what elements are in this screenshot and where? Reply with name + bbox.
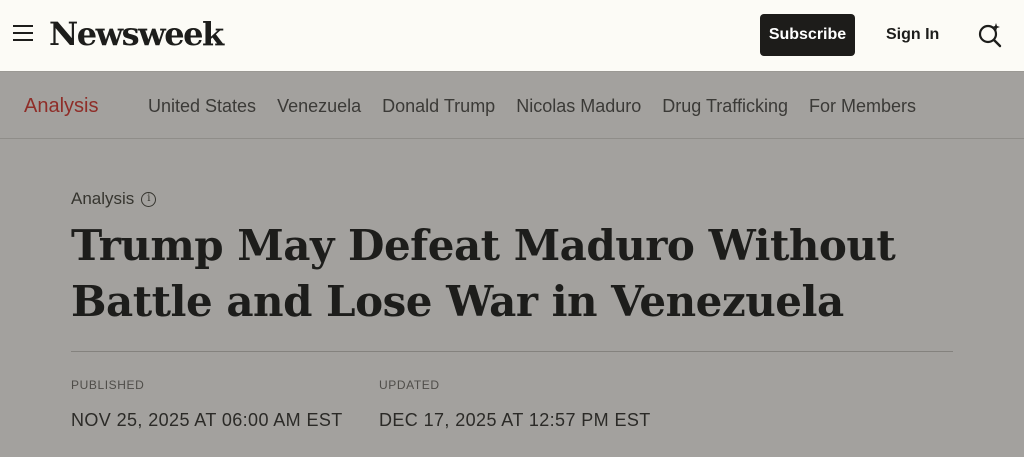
article-kicker: Analysis i <box>71 188 157 210</box>
nav-item-venezuela[interactable]: Venezuela <box>277 95 361 117</box>
search-icon[interactable] <box>977 22 1003 48</box>
published-date: NOV 25, 2025 AT 06:00 AM EST <box>71 410 343 430</box>
nav-item-for-members[interactable]: For Members <box>809 95 916 117</box>
nav-item-nicolas-maduro[interactable]: Nicolas Maduro <box>516 95 641 117</box>
topic-nav: Analysis United States Venezuela Donald … <box>0 73 1024 139</box>
subscribe-button[interactable]: Subscribe <box>760 14 855 56</box>
updated-date: DEC 17, 2025 AT 12:57 PM EST <box>379 410 651 430</box>
nav-item-donald-trump[interactable]: Donald Trump <box>382 95 495 117</box>
nav-items: United States Venezuela Donald Trump Nic… <box>148 95 937 117</box>
nav-item-analysis[interactable]: Analysis <box>24 93 98 119</box>
article-headline: Trump May Defeat Maduro Without Battle a… <box>71 221 896 326</box>
hamburger-menu-icon[interactable] <box>13 25 33 43</box>
nav-item-united-states[interactable]: United States <box>148 95 256 117</box>
updated-label: UPDATED <box>379 378 440 392</box>
published-label: PUBLISHED <box>71 378 145 392</box>
nav-item-drug-trafficking[interactable]: Drug Trafficking <box>662 95 788 117</box>
sign-in-link[interactable]: Sign In <box>886 24 939 46</box>
site-logo[interactable]: Newsweek <box>49 14 224 54</box>
divider <box>71 351 953 352</box>
kicker-label: Analysis <box>71 189 135 208</box>
info-icon[interactable]: i <box>141 191 157 207</box>
site-header: Newsweek Subscribe Sign In <box>0 0 1024 72</box>
